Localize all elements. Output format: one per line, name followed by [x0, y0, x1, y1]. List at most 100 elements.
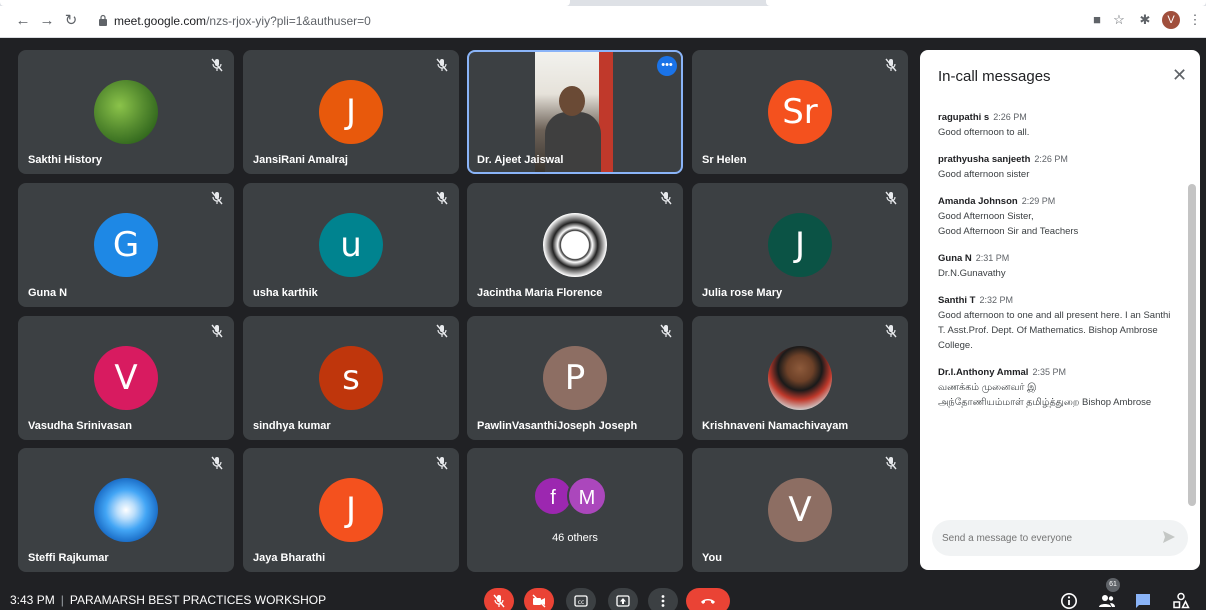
leave-call-button[interactable] — [686, 588, 730, 610]
end-call-icon — [701, 599, 715, 604]
forward-icon[interactable]: → — [38, 12, 56, 30]
browser-menu-icon[interactable]: ⋮ — [1186, 11, 1204, 29]
participant-tile[interactable]: Steffi Rajkumar — [18, 448, 234, 572]
camera-indicator-icon[interactable]: ■ — [1088, 11, 1106, 29]
profile-avatar[interactable]: V — [1162, 11, 1180, 29]
scrollbar[interactable] — [1188, 184, 1196, 506]
back-icon[interactable]: ← — [14, 12, 32, 30]
participant-tile[interactable]: J Julia rose Mary — [692, 183, 908, 307]
browser-tab[interactable] — [0, 0, 570, 6]
svg-text:cc: cc — [578, 599, 585, 606]
participant-avatar: J — [319, 478, 383, 542]
separator: | — [60, 593, 64, 607]
participant-photo — [768, 346, 832, 410]
mic-off-icon — [210, 324, 224, 338]
message-time: 2:31 PM — [975, 253, 1010, 263]
participant-name: Sr Helen — [702, 154, 747, 166]
message-text: Good Afternoon Sister, Good Afternoon Sir… — [938, 211, 1079, 237]
participant-name: Dr. Ajeet Jaiswal — [477, 154, 564, 166]
participant-photo — [543, 213, 607, 277]
lock-icon — [99, 14, 107, 26]
address-bar[interactable]: meet.google.com/nzs-rjox-yiy?pli=1&authu… — [94, 9, 974, 33]
info-icon[interactable] — [1060, 592, 1078, 610]
captions-button[interactable]: cc — [566, 588, 596, 610]
send-icon[interactable] — [1162, 530, 1176, 544]
participant-tile[interactable]: Sr Sr Helen — [692, 50, 908, 174]
participant-name: Julia rose Mary — [702, 287, 783, 299]
message-sender: Santhi T 2:32 PM — [938, 295, 1014, 306]
participant-tile[interactable]: G Guna N — [18, 183, 234, 307]
mic-off-icon — [884, 324, 898, 338]
message-text: வணக்கம் முனைவர் இ அந்தோணியம்மாள் தமிழ்த்த… — [938, 382, 1152, 408]
participant-name: PawlinVasanthiJoseph Joseph — [477, 420, 638, 432]
url-text: meet.google.com/nzs-rjox-yiy?pli=1&authu… — [114, 14, 371, 28]
participant-tile[interactable]: Jacintha Maria Florence — [467, 183, 683, 307]
message-composer — [932, 520, 1188, 556]
participant-avatar: P — [543, 346, 607, 410]
chat-message: ragupathi s 2:26 PM Good ofternoon to all. — [938, 112, 1178, 140]
mic-off-icon — [659, 324, 673, 338]
camera-button[interactable] — [524, 588, 554, 610]
meeting-name: PARAMARSH BEST PRACTICES WORKSHOP — [69, 593, 327, 607]
participant-name: JansiRani Amalraj — [253, 154, 348, 166]
panel-title: In-call messages — [938, 68, 1051, 85]
message-input[interactable] — [942, 529, 1152, 547]
close-icon[interactable]: ✕ — [1172, 66, 1187, 84]
participant-tile[interactable]: u usha karthik — [243, 183, 459, 307]
others-count: 46 others — [552, 532, 598, 544]
mic-off-icon — [884, 58, 898, 72]
mic-off-icon — [210, 191, 224, 205]
participant-name: You — [702, 552, 722, 564]
camera-off-icon — [532, 594, 546, 608]
message-sender: Dr.I.Anthony Ammal 2:35 PM — [938, 367, 1066, 378]
chat-icon[interactable] — [1134, 592, 1152, 610]
reload-icon[interactable]: ↻ — [62, 12, 80, 30]
participant-avatar: G — [94, 213, 158, 277]
participant-tile[interactable]: V You — [692, 448, 908, 572]
participant-tile[interactable]: Krishnaveni Namachivayam — [692, 316, 908, 440]
people-icon[interactable] — [1098, 592, 1116, 610]
participant-name: Vasudha Srinivasan — [28, 420, 132, 432]
more-options-icon[interactable]: ••• — [657, 56, 677, 76]
participant-tile[interactable]: s sindhya kumar — [243, 316, 459, 440]
participant-avatar: Sr — [768, 80, 832, 144]
message-text: Good ofternoon to all. — [938, 127, 1030, 138]
message-time: 2:29 PM — [1021, 196, 1056, 206]
mic-off-icon — [435, 324, 449, 338]
more-options-button[interactable] — [648, 588, 678, 610]
bookmark-star-icon[interactable]: ☆ — [1110, 11, 1128, 29]
activities-icon[interactable] — [1172, 592, 1190, 610]
microphone-button[interactable] — [484, 588, 514, 610]
participant-tile[interactable]: J Jaya Bharathi — [243, 448, 459, 572]
participant-name: usha karthik — [253, 287, 318, 299]
message-sender: Amanda Johnson 2:29 PM — [938, 196, 1056, 207]
present-button[interactable] — [608, 588, 638, 610]
participant-tile[interactable]: f M 46 others — [467, 448, 683, 572]
message-sender: Guna N 2:31 PM — [938, 253, 1010, 264]
participant-avatar: V — [768, 478, 832, 542]
extensions-icon[interactable]: ✱ — [1136, 11, 1154, 29]
participant-name: Sakthi History — [28, 154, 102, 166]
meeting-bottom-bar: 3:43 PM | PARAMARSH BEST PRACTICES WORKSHO… — [0, 582, 1206, 610]
browser-toolbar: ← → ↻ meet.google.com/nzs-rjox-yiy?pli=1… — [0, 0, 1206, 38]
participant-avatar: s — [319, 346, 383, 410]
participant-name: Jaya Bharathi — [253, 552, 326, 564]
message-sender: prathyusha sanjeeth 2:26 PM — [938, 154, 1068, 165]
chat-message: Guna N 2:31 PM Dr.N.Gunavathy — [938, 253, 1178, 281]
message-text: Good afternoon sister — [938, 169, 1030, 180]
message-text: Good afternoon to one and all present he… — [938, 310, 1171, 351]
participant-name: Krishnaveni Namachivayam — [702, 420, 849, 432]
participant-tile[interactable]: ••• Dr. Ajeet Jaiswal — [467, 50, 683, 174]
tab-strip — [0, 0, 1206, 6]
participant-tile[interactable]: Sakthi History — [18, 50, 234, 174]
url-path: /nzs-rjox-yiy?pli=1&authuser=0 — [206, 14, 371, 28]
participant-tile[interactable]: P PawlinVasanthiJoseph Joseph — [467, 316, 683, 440]
browser-tab[interactable] — [766, 0, 1206, 6]
mic-off-icon — [493, 594, 505, 608]
chat-message: Dr.I.Anthony Ammal 2:35 PM வணக்கம் முனைவர்… — [938, 367, 1178, 410]
participant-tile[interactable]: J JansiRani Amalraj — [243, 50, 459, 174]
participant-tile[interactable]: V Vasudha Srinivasan — [18, 316, 234, 440]
participant-avatar: V — [94, 346, 158, 410]
clock-time: 3:43 PM — [10, 593, 55, 607]
mic-off-icon — [659, 191, 673, 205]
